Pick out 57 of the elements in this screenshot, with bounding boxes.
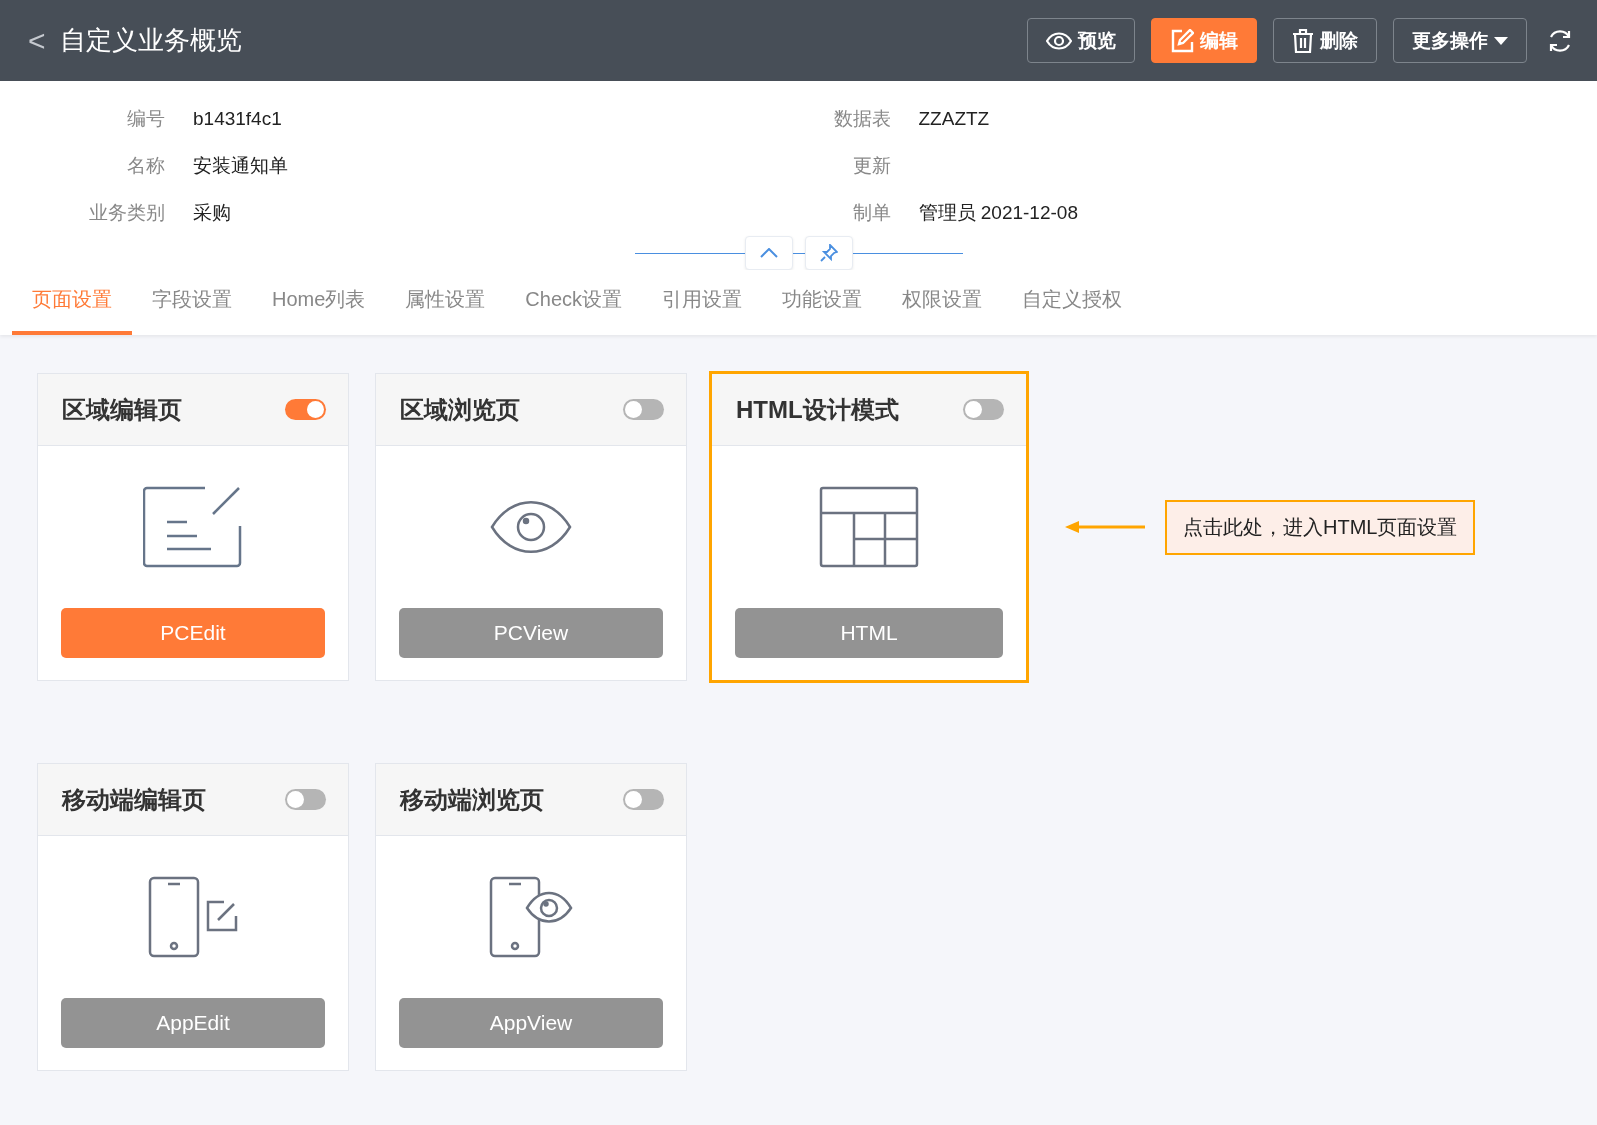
tab[interactable]: 引用设置 bbox=[642, 270, 763, 335]
refresh-icon bbox=[1547, 27, 1573, 54]
field-value: 采购 bbox=[193, 200, 231, 225]
field-value: ZZAZTZ bbox=[918, 107, 990, 130]
open-button[interactable]: PCEdit bbox=[61, 608, 325, 658]
tab[interactable]: 自定义授权 bbox=[1002, 270, 1143, 335]
field-value: b1431f4c1 bbox=[193, 107, 282, 130]
field-value: 安装通知单 bbox=[193, 153, 288, 178]
caret-down-icon bbox=[1494, 36, 1508, 45]
card-title: 移动端编辑页 bbox=[62, 784, 206, 815]
table-layout-icon bbox=[819, 486, 919, 568]
toggle-switch[interactable] bbox=[963, 399, 1004, 420]
open-button[interactable]: HTML bbox=[735, 608, 1003, 658]
toggle-switch[interactable] bbox=[285, 789, 326, 810]
eye-icon bbox=[490, 498, 572, 556]
more-button[interactable]: 更多操作 bbox=[1393, 18, 1527, 63]
field-label: 编号 bbox=[126, 106, 165, 131]
delete-button[interactable]: 删除 bbox=[1273, 18, 1377, 63]
card-title: HTML设计模式 bbox=[736, 394, 899, 425]
field-label: 制单 bbox=[851, 200, 891, 225]
field-label: 名称 bbox=[126, 153, 165, 178]
tab[interactable]: 权限设置 bbox=[882, 270, 1003, 335]
tab[interactable]: 字段设置 bbox=[132, 270, 252, 335]
eye-icon bbox=[1046, 31, 1072, 50]
edit-button[interactable]: 编辑 bbox=[1151, 18, 1257, 63]
open-button[interactable]: AppView bbox=[399, 998, 663, 1048]
field-label: 业务类别 bbox=[88, 200, 165, 225]
arrow-left-icon bbox=[1065, 520, 1145, 534]
field-label: 数据表 bbox=[832, 106, 891, 131]
pin-button[interactable] bbox=[804, 236, 853, 270]
back-button[interactable]: < bbox=[28, 23, 60, 58]
tab[interactable]: Check设置 bbox=[505, 270, 643, 335]
chevron-up-icon bbox=[759, 248, 778, 258]
phone-eye-icon bbox=[489, 876, 573, 958]
preview-button[interactable]: 预览 bbox=[1027, 18, 1135, 63]
tab[interactable]: 属性设置 bbox=[385, 270, 506, 335]
page-title: 自定义业务概览 bbox=[59, 24, 243, 57]
phone-edit-icon bbox=[148, 876, 238, 958]
trash-icon bbox=[1292, 28, 1314, 53]
card-title: 移动端浏览页 bbox=[400, 784, 544, 815]
open-button[interactable]: PCView bbox=[399, 608, 663, 658]
open-button[interactable]: AppEdit bbox=[61, 998, 325, 1048]
document-edit-icon bbox=[143, 486, 243, 568]
tab[interactable]: Home列表 bbox=[252, 270, 386, 335]
card-title: 区域编辑页 bbox=[62, 394, 182, 425]
collapse-button[interactable] bbox=[744, 236, 793, 270]
field-value: 管理员 2021-12-08 bbox=[918, 200, 1078, 225]
tab[interactable]: 功能设置 bbox=[762, 270, 883, 335]
toggle-switch[interactable] bbox=[623, 789, 664, 810]
tab[interactable]: 页面设置 bbox=[12, 270, 132, 335]
toggle-switch[interactable] bbox=[285, 399, 326, 420]
pin-icon bbox=[819, 244, 838, 262]
toggle-switch[interactable] bbox=[623, 399, 664, 420]
callout-note: 点击此处，进入HTML页面设置 bbox=[1165, 499, 1476, 555]
field-label: 更新 bbox=[851, 153, 891, 178]
card-title: 区域浏览页 bbox=[400, 394, 520, 425]
edit-icon bbox=[1170, 28, 1194, 53]
